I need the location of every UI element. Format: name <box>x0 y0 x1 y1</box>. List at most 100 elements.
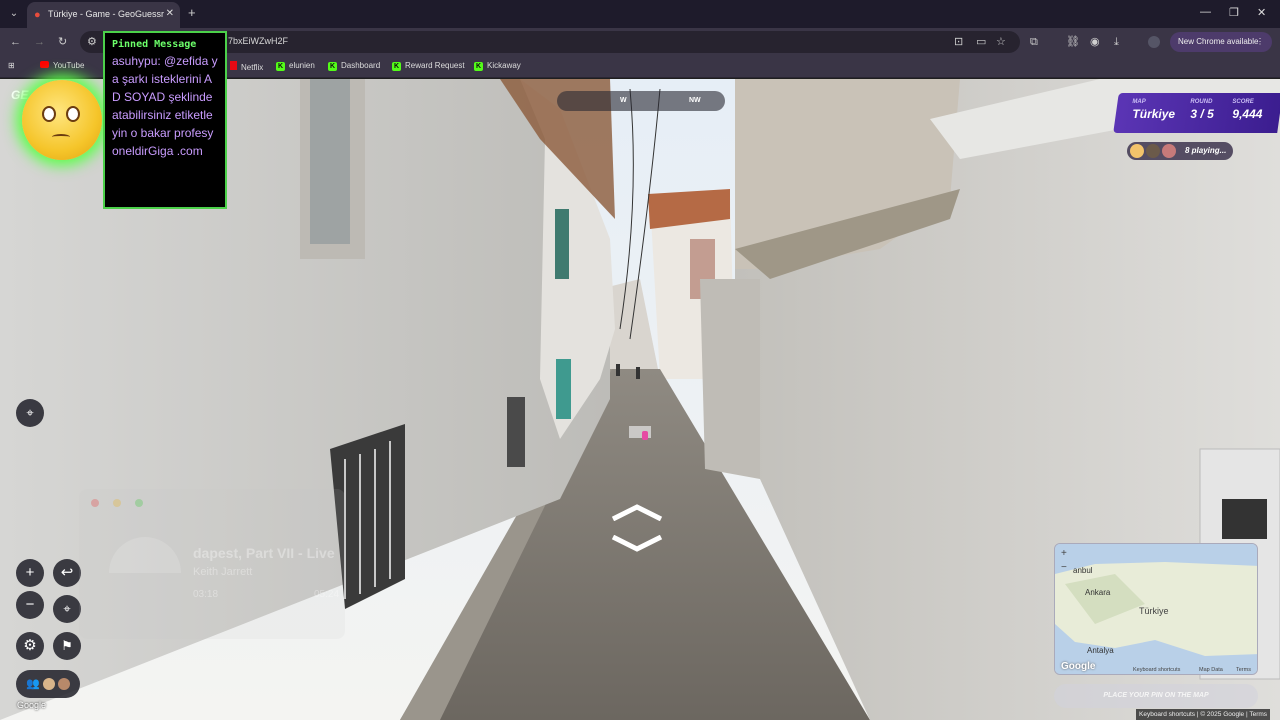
install-app-icon[interactable]: ⊡ <box>954 35 963 49</box>
member-avatar <box>42 678 55 691</box>
google-logo: Google <box>17 700 47 710</box>
round-value: 3 / 5 <box>1190 107 1214 121</box>
bookmark-youtube[interactable]: YouTube <box>40 61 84 70</box>
geoguessr-logo[interactable]: GE <box>11 88 28 102</box>
kick-icon: K <box>474 62 483 71</box>
bookmark-reward-request[interactable]: K Reward Request <box>392 61 465 71</box>
bookmark-label: elunien <box>289 61 315 70</box>
return-to-start-icon[interactable]: ⌖ <box>53 595 81 623</box>
place-pin-button[interactable]: PLACE YOUR PIN ON THE MAP <box>1054 684 1258 708</box>
reload-icon[interactable]: ↻ <box>58 35 67 49</box>
site-info-icon[interactable]: ⚙ <box>87 35 97 49</box>
players-indicator[interactable]: 8 playing... <box>1127 142 1233 160</box>
minimap-terms[interactable]: Terms <box>1236 667 1251 673</box>
guess-minimap[interactable]: + − anbul Ankara Türkiye Antalya Google … <box>1054 543 1258 675</box>
more-menu-icon[interactable]: ⋮ <box>1256 32 1264 52</box>
emoji-mouth <box>52 134 70 140</box>
footer-copyright: © 2025 Google <box>1200 711 1245 718</box>
bookmark-elunien[interactable]: Kelunien <box>276 61 315 71</box>
track-artist: Keith Jarrett <box>193 566 253 578</box>
minimap-zoom-out-icon[interactable]: − <box>1061 562 1067 573</box>
player-avatar <box>1146 144 1160 158</box>
map-value: Türkiye <box>1132 107 1176 121</box>
extensions-icon[interactable]: ⧉ <box>1030 35 1038 49</box>
pinned-message-overlay: Pinned Message asuhypu: @zefida ya şarkı… <box>103 31 227 209</box>
link-icon[interactable]: ⛓ <box>1066 35 1080 49</box>
member-avatar <box>57 678 70 691</box>
tab-search-icon[interactable]: ⌄ <box>5 5 23 23</box>
now-playing-widget: dapest, Part VII - Live Keith Jarrett 03… <box>79 489 345 639</box>
bookmark-netflix[interactable]: Netflix <box>230 61 263 72</box>
player-avatar <box>1162 144 1176 158</box>
window-close-dot <box>91 499 99 507</box>
footer-terms[interactable]: Terms <box>1249 711 1267 718</box>
tab-title: Türkiye - Game - GeoGuessr <box>48 9 165 19</box>
forward-icon[interactable]: → <box>34 35 45 49</box>
incognito-icon[interactable]: ◉ <box>1090 35 1100 49</box>
kick-icon: K <box>328 62 337 71</box>
emoji-eye <box>66 106 80 122</box>
new-chrome-available-button[interactable]: New Chrome available ⋮ <box>1170 32 1272 52</box>
back-icon[interactable]: ← <box>10 35 21 49</box>
bookmark-label: YouTube <box>53 61 85 70</box>
card-icon[interactable]: ▭ <box>976 35 986 49</box>
zoom-out-button[interactable]: − <box>16 591 44 619</box>
window-min-dot <box>113 499 121 507</box>
profile-avatar[interactable] <box>1148 36 1160 48</box>
minimap-city-istanbul: anbul <box>1073 566 1093 575</box>
minimap-keyboard-shortcuts[interactable]: Keyboard shortcuts <box>1133 667 1180 673</box>
minimap-map-data: Map Data <box>1199 667 1223 673</box>
new-chrome-label: New Chrome available <box>1178 37 1259 46</box>
minimap-city-antalya: Antalya <box>1087 646 1114 655</box>
close-window-icon[interactable]: ✕ <box>1257 6 1266 19</box>
player-avatar <box>1130 144 1144 158</box>
score-value: 9,444 <box>1232 107 1263 121</box>
pinned-message-header: Pinned Message <box>112 39 197 50</box>
minimap-zoom-in-icon[interactable]: + <box>1061 548 1067 559</box>
round-label: ROUND <box>1190 99 1213 105</box>
score-label: SCORE <box>1232 99 1254 105</box>
close-tab-icon[interactable]: ✕ <box>166 8 174 19</box>
pleading-face-emoji-icon <box>22 80 102 160</box>
footer-keyboard-shortcuts[interactable]: Keyboard shortcuts <box>1139 711 1195 718</box>
new-tab-icon[interactable]: + <box>188 5 196 21</box>
bookmark-kickaway[interactable]: K Kickaway <box>474 61 521 71</box>
compass-bar: W NW <box>557 91 725 111</box>
minimize-icon[interactable]: — <box>1200 6 1211 18</box>
download-icon[interactable]: ⤓ <box>1114 35 1119 49</box>
set-start-location-icon[interactable]: ⌖ <box>16 399 44 427</box>
minimap-google-logo: Google <box>1061 661 1096 672</box>
move-forward-arrow-icon[interactable] <box>611 503 663 521</box>
undo-move-icon[interactable]: ↩ <box>53 559 81 587</box>
bookmark-dashboard[interactable]: K Dashboard <box>328 61 380 71</box>
minimap-city-ankara: Ankara <box>1085 588 1111 597</box>
players-playing-text: 8 playing... <box>1185 146 1227 155</box>
restore-icon[interactable]: ❐ <box>1229 6 1239 19</box>
bookmark-star-icon[interactable]: ☆ <box>996 35 1006 49</box>
album-art <box>109 537 181 573</box>
flag-icon[interactable]: ⚑ <box>53 632 81 660</box>
attribution-strip: Keyboard shortcuts | © 2025 Google | Ter… <box>1136 709 1271 720</box>
url-text: 7bxEiWZwH2F <box>228 36 289 46</box>
compass-nw-label: NW <box>689 97 701 104</box>
minimap-country-label: Türkiye <box>1139 606 1169 616</box>
tab-geoguessr[interactable]: ● Türkiye - Game - GeoGuessr ✕ <box>27 2 180 28</box>
window-max-dot <box>135 499 143 507</box>
party-members-button[interactable]: 👥 <box>16 670 80 698</box>
bookmark-label: Kickaway <box>487 61 521 70</box>
track-title: dapest, Part VII - Live <box>193 545 335 561</box>
track-total: 05:24 <box>314 589 340 600</box>
kick-icon: K <box>276 62 285 71</box>
bookmark-label: Reward Request <box>405 61 465 70</box>
game-status-panel: MAP Türkiye ROUND 3 / 5 SCORE 9,444 <box>1113 93 1280 133</box>
zoom-in-button[interactable]: + <box>16 559 44 587</box>
people-icon: 👥 <box>26 678 40 690</box>
bookmark-label: Dashboard <box>341 61 381 70</box>
compass-w-label: W <box>620 97 627 104</box>
bookmark-label: Netflix <box>241 63 264 72</box>
kick-icon: K <box>392 62 401 71</box>
move-backward-arrow-icon[interactable] <box>611 535 663 553</box>
map-label: MAP <box>1132 99 1146 105</box>
apps-grid-icon[interactable]: ⊞ <box>8 61 15 70</box>
settings-gear-icon[interactable]: ⚙ <box>16 632 44 660</box>
